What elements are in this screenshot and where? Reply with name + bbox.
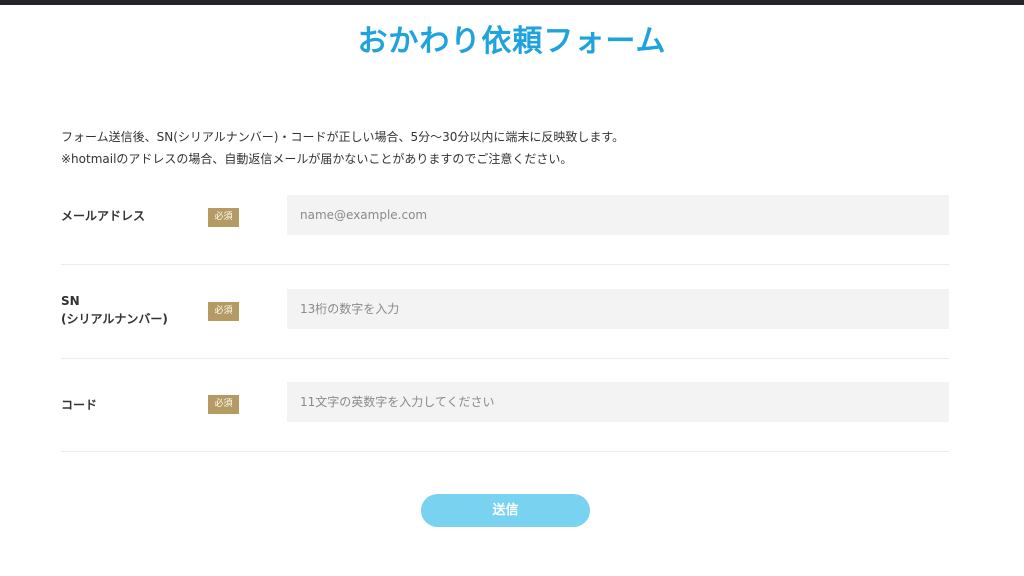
sn-label: SN (シリアルナンバー) bbox=[61, 292, 168, 328]
code-required-badge: 必須 bbox=[208, 395, 239, 414]
email-row: メールアドレス 必須 bbox=[61, 194, 949, 265]
notice-line-2: ※hotmailのアドレスの場合、自動返信メールが届かないことがありますのでご注… bbox=[61, 152, 573, 166]
email-label: メールアドレス bbox=[61, 209, 146, 223]
email-field[interactable] bbox=[287, 195, 949, 235]
sn-label-line-2: (シリアルナンバー) bbox=[61, 312, 168, 326]
sn-row: SN (シリアルナンバー) 必須 bbox=[61, 288, 949, 359]
top-bar bbox=[0, 0, 1024, 5]
serial-number-field[interactable] bbox=[287, 289, 949, 329]
submit-button[interactable]: 送信 bbox=[421, 494, 590, 527]
code-field[interactable] bbox=[287, 382, 949, 422]
email-required-badge: 必須 bbox=[208, 208, 239, 227]
code-row: コード 必須 bbox=[61, 381, 949, 452]
code-label: コード bbox=[61, 398, 98, 412]
form-notice: フォーム送信後、SN(シリアルナンバー)・コードが正しい場合、5分〜30分以内に… bbox=[61, 126, 961, 170]
page-title: おかわり依頼フォーム bbox=[357, 24, 667, 59]
sn-label-line-1: SN bbox=[61, 294, 80, 308]
notice-line-1: フォーム送信後、SN(シリアルナンバー)・コードが正しい場合、5分〜30分以内に… bbox=[61, 130, 625, 144]
sn-required-badge: 必須 bbox=[208, 302, 239, 321]
